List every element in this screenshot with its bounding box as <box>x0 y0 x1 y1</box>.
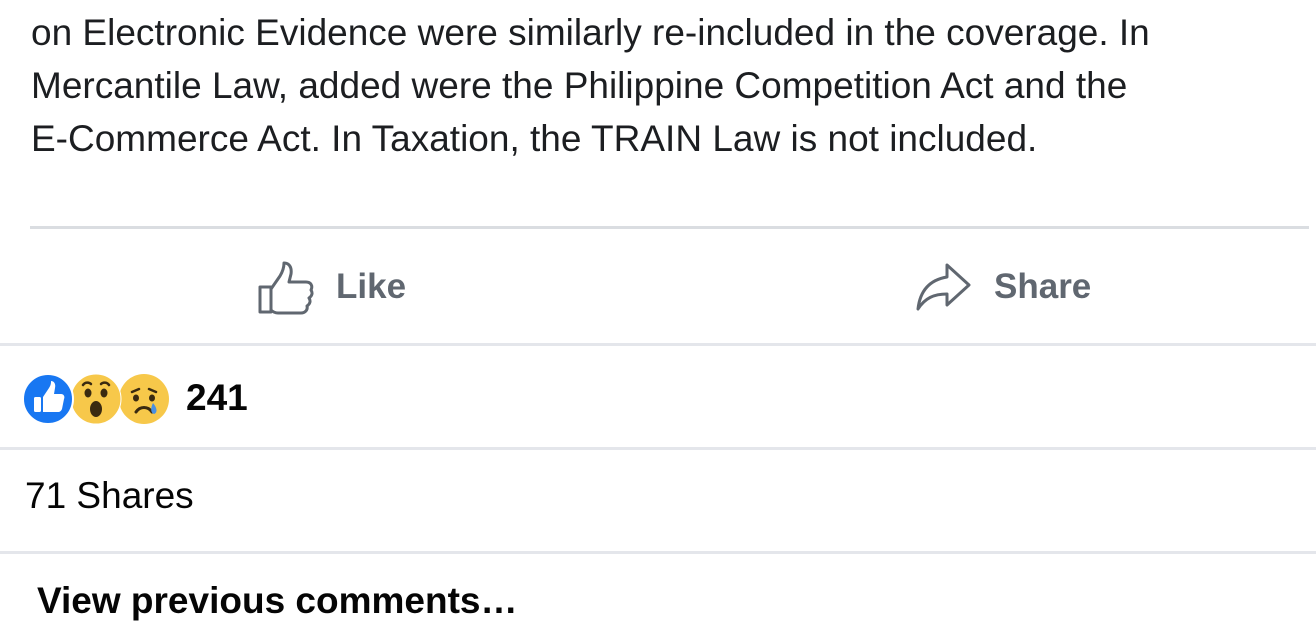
reaction-count: 241 <box>186 377 248 418</box>
like-button[interactable]: Like <box>256 257 406 317</box>
reaction-icons <box>22 371 172 425</box>
section-divider <box>0 343 1316 346</box>
action-bar: Like Share <box>0 229 1316 343</box>
post-text-line: Mercantile Law, added were the Philippin… <box>31 65 1128 106</box>
share-label: Share <box>994 267 1092 306</box>
post-text-line: on Electronic Evidence were similarly re… <box>31 12 1150 53</box>
share-arrow-icon <box>914 261 972 313</box>
sad-reaction-icon <box>119 374 169 424</box>
wow-reaction-icon <box>70 373 122 425</box>
post-text-line: E-Commerce Act. In Taxation, the TRAIN L… <box>31 118 1038 159</box>
share-button[interactable]: Share <box>914 257 1091 317</box>
thumbs-up-outline-icon <box>256 259 314 315</box>
like-label: Like <box>336 267 407 306</box>
reaction-summary[interactable]: 241 <box>22 370 248 426</box>
section-divider <box>0 447 1316 450</box>
post-text: on Electronic Evidence were similarly re… <box>31 6 1311 165</box>
shares-count[interactable]: 71 Shares <box>25 475 194 517</box>
section-divider <box>0 551 1316 554</box>
view-previous-comments-link[interactable]: View previous comments… <box>37 580 517 622</box>
like-reaction-icon <box>22 373 74 425</box>
